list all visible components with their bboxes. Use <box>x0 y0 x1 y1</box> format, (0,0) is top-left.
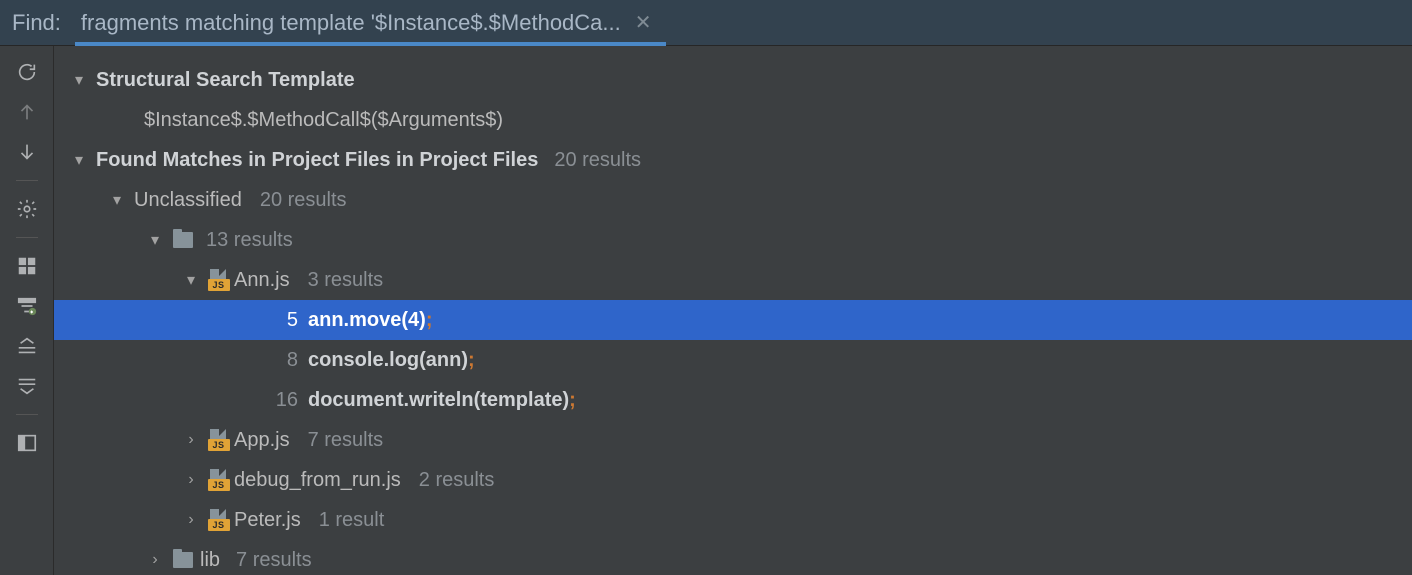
match-punct: ; <box>426 309 433 332</box>
chevron-right-icon[interactable]: › <box>184 431 198 449</box>
close-tab-icon[interactable]: ✕ <box>635 10 652 35</box>
unclassified-count: 20 results <box>260 189 347 212</box>
match-row[interactable]: 16 document.writeln(template); <box>54 380 1412 420</box>
file-row[interactable]: › JSApp.js 7 results <box>54 420 1412 460</box>
unclassified-label: Unclassified <box>134 189 242 212</box>
separator <box>16 237 38 238</box>
template-header: Structural Search Template <box>96 69 355 92</box>
folder-icon <box>170 232 196 248</box>
file-row[interactable]: › JSPeter.js 1 result <box>54 500 1412 540</box>
matches-header: Found Matches in Project Files in Projec… <box>96 149 538 172</box>
folder-count: 7 results <box>236 549 312 572</box>
match-row[interactable]: 8 console.log(ann); <box>54 340 1412 380</box>
chevron-down-icon[interactable]: ▾ <box>110 190 124 210</box>
expand-all-icon[interactable] <box>11 330 43 362</box>
match-code: console.log(ann) <box>308 349 468 372</box>
settings-icon[interactable] <box>11 193 43 225</box>
file-row[interactable]: › JSdebug_from_run.js 2 results <box>54 460 1412 500</box>
file-name: App.js <box>234 429 290 452</box>
folder-row[interactable]: ▾ 13 results <box>54 220 1412 260</box>
match-punct: ; <box>569 389 576 412</box>
folder-name: lib <box>200 549 220 572</box>
unclassified-row[interactable]: ▾ Unclassified 20 results <box>54 180 1412 220</box>
next-occurrence-icon[interactable] <box>11 136 43 168</box>
js-file-icon: JS <box>204 469 230 491</box>
collapse-all-icon[interactable] <box>11 370 43 402</box>
side-toolbar <box>0 46 54 575</box>
file-name: Ann.js <box>234 269 290 292</box>
folder-icon <box>170 552 196 568</box>
file-name: debug_from_run.js <box>234 469 401 492</box>
tab-bar: Find: fragments matching template '$Inst… <box>0 0 1412 46</box>
chevron-right-icon[interactable]: › <box>184 471 198 489</box>
find-label: Find: <box>12 10 61 36</box>
group-by-icon[interactable] <box>11 250 43 282</box>
template-header-row[interactable]: ▾ Structural Search Template <box>54 60 1412 100</box>
separator <box>16 180 38 181</box>
chevron-down-icon[interactable]: ▾ <box>72 70 86 90</box>
line-number: 8 <box>268 349 298 372</box>
match-row[interactable]: 5 ann.move(4); <box>54 300 1412 340</box>
file-count: 2 results <box>419 469 495 492</box>
chevron-down-icon[interactable]: ▾ <box>148 230 162 250</box>
match-punct: ; <box>468 349 475 372</box>
line-number: 16 <box>268 389 298 412</box>
folder-row-lib[interactable]: › lib 7 results <box>54 540 1412 575</box>
chevron-down-icon[interactable]: ▾ <box>184 270 198 290</box>
js-file-icon: JS <box>204 429 230 451</box>
file-count: 1 result <box>319 509 385 532</box>
match-code: document.writeln(template) <box>308 389 569 412</box>
search-tab[interactable]: fragments matching template '$Instance$.… <box>81 0 660 45</box>
rerun-icon[interactable] <box>11 56 43 88</box>
folder-count: 13 results <box>206 229 293 252</box>
template-body: $Instance$.$MethodCall$($Arguments$) <box>144 109 503 132</box>
prev-occurrence-icon[interactable] <box>11 96 43 128</box>
matches-header-row[interactable]: ▾ Found Matches in Project Files in Proj… <box>54 140 1412 180</box>
chevron-down-icon[interactable]: ▾ <box>72 150 86 170</box>
filter-icon[interactable] <box>11 290 43 322</box>
matches-count: 20 results <box>554 149 641 172</box>
match-code: ann.move(4) <box>308 309 426 332</box>
file-count: 7 results <box>308 429 384 452</box>
preview-panel-icon[interactable] <box>11 427 43 459</box>
results-tree[interactable]: ▾ Structural Search Template $Instance$.… <box>54 46 1412 575</box>
chevron-right-icon[interactable]: › <box>148 551 162 569</box>
js-file-icon: JS <box>204 509 230 531</box>
search-tab-title: fragments matching template '$Instance$.… <box>81 10 621 36</box>
separator <box>16 414 38 415</box>
template-body-row[interactable]: $Instance$.$MethodCall$($Arguments$) <box>54 100 1412 140</box>
chevron-right-icon[interactable]: › <box>184 511 198 529</box>
line-number: 5 <box>268 309 298 332</box>
file-name: Peter.js <box>234 509 301 532</box>
file-row[interactable]: ▾ JSAnn.js 3 results <box>54 260 1412 300</box>
js-file-icon: JS <box>204 269 230 291</box>
file-count: 3 results <box>308 269 384 292</box>
